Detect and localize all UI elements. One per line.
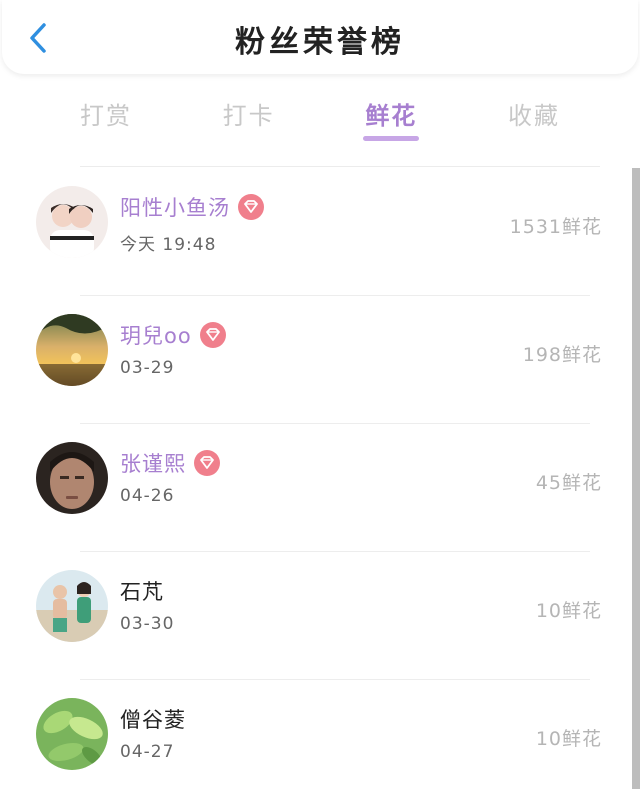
fan-name-text: 阳性小鱼汤 [120, 196, 230, 220]
fan-time: 04-26 [120, 486, 175, 506]
fan-name: 阳性小鱼汤 [120, 192, 264, 222]
fan-ranking-list: 阳性小鱼汤 今天 19:48 1531鲜花 玥兒oo 03-29 198鲜花 张… [0, 168, 620, 808]
vip-gem-badge-icon [194, 450, 220, 476]
scrollbar[interactable] [632, 168, 640, 789]
tab-flowers[interactable]: 鲜花 [321, 92, 461, 152]
fan-time: 03-30 [120, 614, 175, 634]
avatar[interactable] [36, 570, 108, 642]
tab-bar: 打赏 打卡 鲜花 收藏 [36, 92, 604, 152]
header-bar: 粉丝荣誉榜 [2, 0, 638, 74]
fan-name-text: 玥兒oo [120, 324, 192, 348]
tab-label: 收藏 [507, 102, 560, 130]
tab-reward[interactable]: 打赏 [36, 92, 176, 152]
avatar[interactable] [36, 186, 108, 258]
fan-name-text: 石芃 [120, 580, 164, 604]
flower-count: 45鲜花 [535, 472, 602, 494]
flower-count: 198鲜花 [522, 344, 602, 366]
fan-name: 石芃 [120, 576, 164, 606]
vip-gem-badge-icon [238, 194, 264, 220]
list-item[interactable]: 张谨熙 04-26 45鲜花 [0, 424, 620, 552]
flower-count: 10鲜花 [535, 728, 602, 750]
avatar[interactable] [36, 442, 108, 514]
divider [80, 166, 600, 167]
fan-name-text: 张谨熙 [120, 452, 186, 476]
tab-label: 打卡 [222, 102, 275, 130]
fan-name-text: 僧谷菱 [120, 708, 186, 732]
fan-time: 今天 19:48 [120, 235, 217, 255]
tab-checkin[interactable]: 打卡 [179, 92, 319, 152]
list-item[interactable]: 石芃 03-30 10鲜花 [0, 552, 620, 680]
vip-gem-badge-icon [199, 322, 226, 348]
fan-time: 03-29 [120, 358, 175, 378]
flower-count: 1531鲜花 [509, 216, 602, 238]
fan-name: 张谨熙 [120, 448, 220, 478]
tab-label: 鲜花 [365, 102, 418, 130]
avatar[interactable] [36, 314, 108, 386]
fan-name: 玥兒oo [120, 320, 226, 350]
flower-count: 10鲜花 [535, 600, 602, 622]
active-tab-indicator [363, 136, 420, 141]
tab-label: 打赏 [80, 102, 132, 130]
tab-favorites[interactable]: 收藏 [464, 92, 604, 152]
fan-name: 僧谷菱 [120, 704, 186, 734]
avatar[interactable] [36, 698, 108, 770]
list-item[interactable]: 玥兒oo 03-29 198鲜花 [0, 296, 620, 424]
fan-time: 04-27 [120, 742, 175, 762]
page-title: 粉丝荣誉榜 [235, 25, 405, 60]
list-item[interactable]: 阳性小鱼汤 今天 19:48 1531鲜花 [0, 168, 620, 296]
